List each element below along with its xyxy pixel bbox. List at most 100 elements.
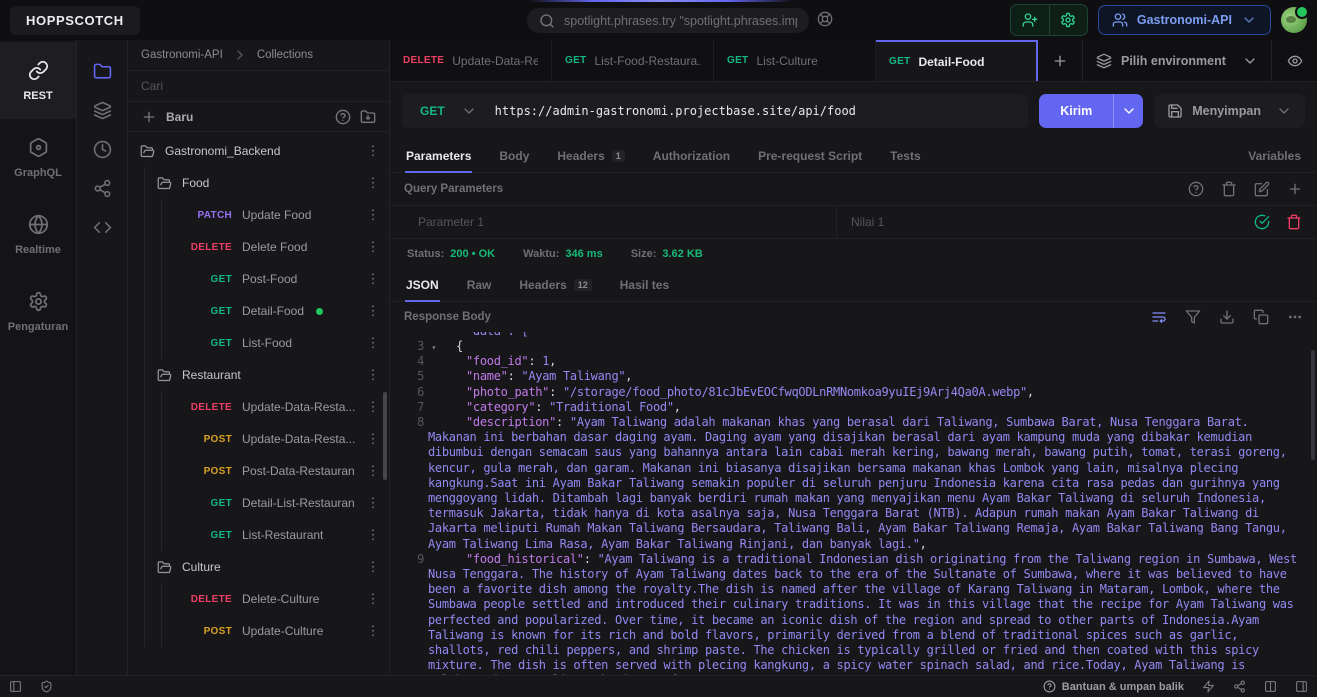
help-icon[interactable] [1188,181,1204,197]
request-item[interactable]: PATCHUpdate Food⋮ [162,199,389,231]
shortcuts-icon[interactable] [1202,680,1215,693]
collection-folder[interactable]: Gastronomi_Backend⋮ [128,135,389,167]
toggle-sidebar-icon[interactable] [9,680,22,693]
collections-search-input[interactable] [141,79,376,93]
environment-quick-peek-button[interactable] [1271,40,1317,81]
support-icon[interactable] [817,11,833,27]
request-tab[interactable]: GETDetail-Food [876,40,1038,81]
panel-nav-collections[interactable] [77,52,128,91]
workspace-settings-button[interactable] [1049,5,1087,35]
fold-caret-icon[interactable]: ▾ [431,340,436,355]
filter-response-icon[interactable] [1185,309,1201,325]
response-scrollbar[interactable] [1311,350,1315,460]
method-selector[interactable]: GET [402,103,495,119]
parameter-value-input[interactable] [851,215,1225,229]
more-options-icon[interactable] [1287,309,1303,325]
add-parameter-icon[interactable] [1287,181,1303,197]
section-tab-json[interactable]: JSON [392,269,453,301]
sidebar-item-rest[interactable]: REST [0,42,76,119]
section-tab-pre-request-script[interactable]: Pre-request Script [744,140,876,172]
section-tab-headers[interactable]: Headers12 [505,269,605,301]
more-options-icon[interactable]: ⋮ [365,143,381,159]
sidebar-item-graphql[interactable]: GraphQL [0,119,76,196]
panel-nav-environments[interactable] [77,91,128,130]
more-options-icon[interactable]: ⋮ [365,175,381,191]
toggle-right-panel-icon[interactable] [1295,680,1308,693]
share-icon[interactable] [1233,680,1246,693]
section-tab-raw[interactable]: Raw [453,269,506,301]
new-tab-button[interactable] [1038,40,1082,81]
workspace-selector[interactable]: Gastronomi-API [1098,5,1271,35]
sidebar-item-pengaturan[interactable]: Pengaturan [0,273,76,350]
clear-all-icon[interactable] [1221,181,1237,197]
collection-folder[interactable]: Food⋮ [145,167,389,199]
request-tab[interactable]: GETList-Food-Restaura... [552,40,714,81]
section-tab-hasil-tes[interactable]: Hasil tes [606,269,683,301]
save-button-group[interactable]: Menyimpan [1154,94,1305,128]
more-options-icon[interactable]: ⋮ [365,367,381,383]
request-item[interactable]: POSTUpdate-Culture⋮ [162,615,389,647]
environment-selector[interactable]: Pilih environment [1082,40,1271,81]
panel-nav-generate-code[interactable] [77,208,128,247]
request-item[interactable]: GETPost-Food⋮ [162,263,389,295]
request-item[interactable]: DELETEDelete Food⋮ [162,231,389,263]
more-options-icon[interactable]: ⋮ [365,527,381,543]
spotlight-search[interactable]: spotlight.phrases.try "spotlight.phrases… [527,8,809,33]
parameter-key-input[interactable] [418,215,836,229]
more-options-icon[interactable]: ⋮ [365,431,381,447]
bulk-edit-icon[interactable] [1254,181,1270,197]
more-options-icon[interactable]: ⋮ [365,303,381,319]
help-icon[interactable] [335,109,351,125]
url-input[interactable]: https://admin-gastronomi.projectbase.sit… [495,104,856,118]
more-options-icon[interactable]: ⋮ [365,495,381,511]
collection-folder[interactable]: Restaurant⋮ [145,359,389,391]
section-tab-body[interactable]: Body [485,140,543,172]
request-item[interactable]: GETList-Restaurant⋮ [162,519,389,551]
request-item[interactable]: POSTPost-Data-Restaurant⋮ [162,455,389,487]
new-collection-button[interactable]: Baru [166,110,193,124]
user-avatar[interactable] [1281,7,1307,33]
parameter-drag-handle[interactable] [390,206,418,238]
request-item[interactable]: GETDetail-Food⋮ [162,295,389,327]
request-tab[interactable]: GETList-Culture [714,40,876,81]
section-tab-authorization[interactable]: Authorization [639,140,744,172]
download-response-icon[interactable] [1219,309,1235,325]
section-tab-tests[interactable]: Tests [876,140,934,172]
section-tab-headers[interactable]: Headers1 [543,140,638,172]
send-button[interactable]: Kirim [1039,94,1113,128]
send-options-button[interactable] [1113,94,1143,128]
request-item[interactable]: POSTUpdate-Data-Resta...⋮ [162,423,389,455]
more-options-icon[interactable]: ⋮ [365,207,381,223]
request-item[interactable]: DELETEDelete-Culture⋮ [162,583,389,615]
help-feedback-button[interactable]: Bantuan & umpan balik [1043,680,1184,693]
more-options-icon[interactable]: ⋮ [365,399,381,415]
more-options-icon[interactable]: ⋮ [365,239,381,255]
more-options-icon[interactable]: ⋮ [365,335,381,351]
request-tab[interactable]: DELETEUpdate-Data-Re... [390,40,552,81]
more-options-icon[interactable]: ⋮ [365,591,381,607]
variables-tab[interactable]: Variables [1234,149,1315,163]
more-options-icon[interactable]: ⋮ [365,559,381,575]
interceptor-icon[interactable] [40,680,53,693]
more-options-icon[interactable]: ⋮ [365,623,381,639]
response-body-code[interactable]: "data": [ 3▾{4"food_id": 1,5"name": "Aya… [390,332,1317,675]
sidebar-item-realtime[interactable]: Realtime [0,196,76,273]
copy-response-icon[interactable] [1253,309,1269,325]
column-layout-icon[interactable] [1264,680,1277,693]
section-tab-parameters[interactable]: Parameters [392,140,485,172]
more-options-icon[interactable]: ⋮ [365,463,381,479]
request-item[interactable]: GETDetail-List-Restaurant⋮ [162,487,389,519]
breadcrumb-workspace[interactable]: Gastronomi-API [141,49,223,61]
request-item[interactable]: DELETEUpdate-Data-Resta...⋮ [162,391,389,423]
invite-user-button[interactable] [1011,5,1049,35]
collections-scrollbar[interactable] [383,392,387,480]
toggle-parameter-icon[interactable] [1254,214,1270,230]
delete-parameter-icon[interactable] [1286,214,1302,230]
save-options-button[interactable] [1276,103,1292,119]
collection-folder[interactable]: Culture⋮ [145,551,389,583]
request-item[interactable]: GETList-Food⋮ [162,327,389,359]
import-collection-icon[interactable] [360,109,376,125]
panel-nav-share[interactable] [77,169,128,208]
wrap-lines-icon[interactable] [1151,309,1167,325]
more-options-icon[interactable]: ⋮ [365,271,381,287]
